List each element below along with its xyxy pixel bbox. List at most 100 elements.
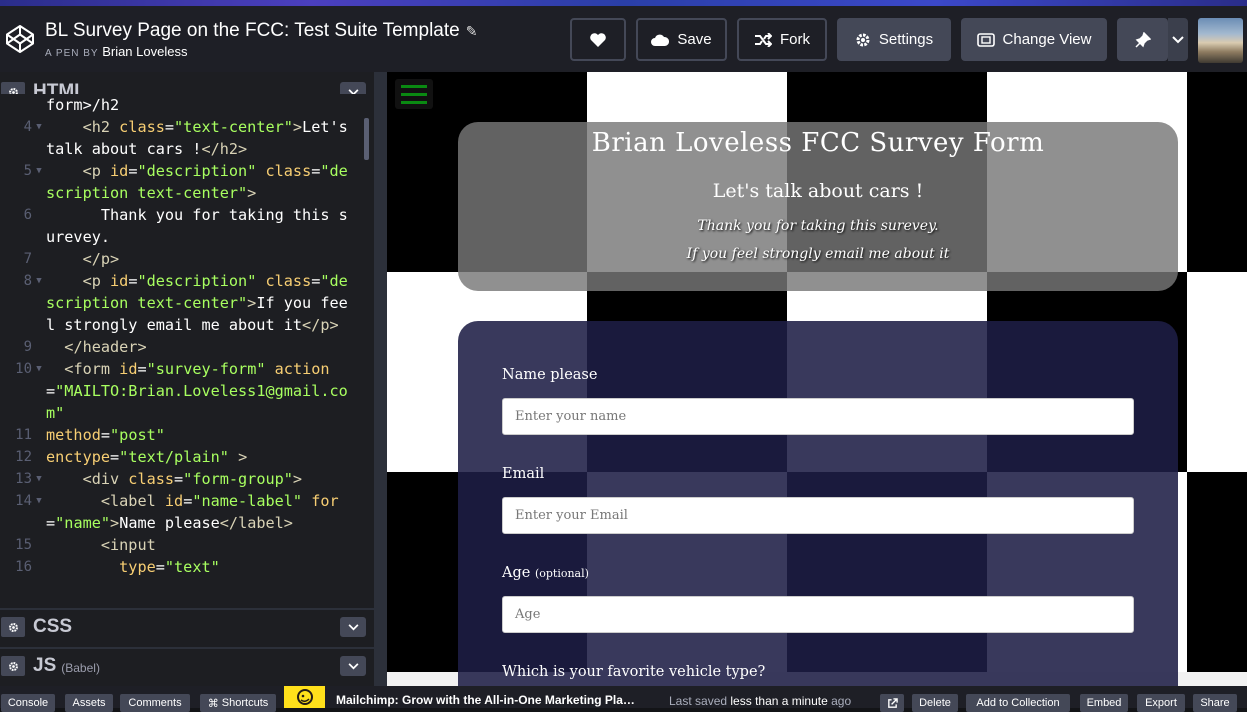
code-token: Thank you for taking this surevey. bbox=[46, 206, 348, 246]
survey-description-2: If you feel strongly email me about it bbox=[686, 246, 950, 262]
code-line[interactable]: 7 </p> bbox=[0, 248, 374, 270]
fold-arrow-icon[interactable]: ▼ bbox=[32, 358, 46, 424]
code-editor-column: HTML form>/h2 4 ▼ <h2 class="text-center">… bbox=[0, 72, 387, 686]
comments-button[interactable]: Comments bbox=[120, 694, 190, 712]
code-token: > bbox=[238, 448, 248, 466]
ad-link[interactable]: Mailchimp: Grow with the All-in-One Mark… bbox=[336, 693, 636, 707]
saved-time: less than a minute bbox=[730, 694, 828, 708]
edit-pencil-icon[interactable]: ✎ bbox=[466, 23, 478, 39]
email-label: Email bbox=[502, 466, 545, 482]
fold-arrow-icon[interactable]: ▼ bbox=[32, 490, 46, 534]
fold-arrow-icon[interactable]: ▼ bbox=[32, 116, 46, 160]
last-saved-status: Last saved less than a minute ago bbox=[669, 694, 851, 708]
export-button[interactable]: Export bbox=[1137, 694, 1185, 712]
email-input[interactable]: Enter your Email bbox=[502, 497, 1134, 534]
code-line[interactable]: 11 method="post" bbox=[0, 424, 374, 446]
code-line[interactable]: form>/h2 bbox=[0, 94, 374, 116]
code-token: id bbox=[110, 272, 129, 290]
pin-button[interactable] bbox=[1117, 18, 1168, 61]
code-text: type="text" bbox=[46, 556, 356, 578]
fold-arrow-icon[interactable]: ▼ bbox=[32, 468, 46, 490]
code-line[interactable]: 16 type="text" bbox=[0, 556, 374, 578]
age-label: Age (optional) bbox=[502, 565, 589, 581]
code-token: class bbox=[265, 272, 312, 290]
code-token: class bbox=[265, 162, 312, 180]
mailchimp-logo-icon[interactable] bbox=[284, 686, 325, 708]
code-scrollbar[interactable] bbox=[364, 118, 369, 160]
heart-button[interactable] bbox=[570, 18, 626, 61]
code-token: = bbox=[155, 558, 165, 576]
hamburger-menu-icon[interactable] bbox=[395, 79, 433, 109]
line-number: 4 bbox=[23, 119, 32, 135]
code-line[interactable]: 14 ▼ <label id="name-label" for="name">Na… bbox=[0, 490, 374, 534]
html-code-area[interactable]: form>/h2 4 ▼ <h2 class="text-center">Let's… bbox=[0, 94, 374, 588]
assets-button[interactable]: Assets bbox=[65, 694, 113, 712]
js-pane-chevron-down-icon[interactable] bbox=[340, 656, 366, 676]
fold-arrow-icon[interactable]: ▼ bbox=[32, 160, 46, 204]
code-token: > bbox=[292, 118, 303, 136]
code-line[interactable]: 5 ▼ <p id="description" class="descriptio… bbox=[0, 160, 374, 204]
change-view-button[interactable]: Change View bbox=[961, 18, 1107, 61]
code-line[interactable]: 15 <input bbox=[0, 534, 374, 556]
survey-header: Brian Loveless FCC Survey Form Let's tal… bbox=[458, 122, 1178, 291]
gear-icon bbox=[856, 33, 870, 46]
save-button[interactable]: Save bbox=[636, 18, 727, 61]
code-token: > bbox=[110, 514, 120, 532]
pen-title-text[interactable]: BL Survey Page on the FCC: Test Suite Te… bbox=[45, 20, 460, 41]
codepen-logo-icon[interactable] bbox=[5, 24, 35, 54]
code-text: <form id="survey-form" action="MAILTO:Br… bbox=[46, 358, 356, 424]
shortcuts-button[interactable]: ⌘ Shortcuts bbox=[200, 694, 276, 712]
open-external-icon[interactable] bbox=[880, 694, 904, 712]
add-to-collection-button[interactable]: Add to Collection bbox=[966, 694, 1070, 712]
age-input[interactable]: Age bbox=[502, 596, 1134, 633]
code-line[interactable]: 13 ▼ <div class="form-group"> bbox=[0, 468, 374, 490]
line-number: 8 bbox=[23, 273, 32, 289]
code-token: <p bbox=[82, 162, 111, 180]
code-token: form>/h2 bbox=[46, 96, 120, 114]
saved-prefix: Last saved bbox=[669, 694, 728, 708]
name-label: Name please bbox=[502, 367, 598, 383]
css-pane-header[interactable]: CSS bbox=[0, 608, 374, 644]
age-optional: (optional) bbox=[534, 567, 589, 580]
user-avatar[interactable] bbox=[1198, 18, 1243, 63]
pin-icon bbox=[1134, 31, 1151, 48]
author-link[interactable]: Brian Loveless bbox=[102, 44, 187, 59]
code-token: "post" bbox=[110, 426, 165, 444]
code-line[interactable]: 4 ▼ <h2 class="text-center">Let's talk ab… bbox=[0, 116, 374, 160]
code-text: <input bbox=[46, 534, 356, 556]
console-button[interactable]: Console bbox=[1, 694, 55, 712]
code-token: "form-group" bbox=[183, 470, 293, 488]
settings-button[interactable]: Settings bbox=[837, 18, 951, 61]
fork-button[interactable]: Fork bbox=[737, 18, 827, 61]
code-line[interactable]: 10 ▼ <form id="survey-form" action="MAILT… bbox=[0, 358, 374, 424]
name-input[interactable]: Enter your name bbox=[502, 398, 1134, 435]
code-text: form>/h2 bbox=[46, 94, 356, 116]
pin-dropdown-button[interactable] bbox=[1168, 18, 1188, 61]
code-token: enctype bbox=[46, 448, 111, 466]
code-line[interactable]: 9 </header> bbox=[0, 336, 374, 358]
code-line[interactable]: 12 enctype="text/plain" > bbox=[0, 446, 374, 468]
code-text: <label id="name-label" for="name">Name p… bbox=[46, 490, 356, 534]
css-pane-chevron-down-icon[interactable] bbox=[340, 617, 366, 637]
pane-resize-gutter[interactable] bbox=[374, 72, 387, 686]
fold-arrow-icon[interactable]: ▼ bbox=[32, 270, 46, 336]
share-button[interactable]: Share bbox=[1193, 694, 1237, 712]
code-line[interactable]: 8 ▼ <p id="description" class="descriptio… bbox=[0, 270, 374, 336]
css-settings-gear-icon[interactable] bbox=[1, 617, 25, 637]
delete-button[interactable]: Delete bbox=[912, 694, 958, 712]
code-line[interactable]: 6 Thank you for taking this surevey. bbox=[0, 204, 374, 248]
pen-title[interactable]: BL Survey Page on the FCC: Test Suite Te… bbox=[45, 20, 477, 42]
js-settings-gear-icon[interactable] bbox=[1, 656, 25, 676]
embed-button[interactable]: Embed bbox=[1080, 694, 1128, 712]
js-pane-header[interactable]: JS (Babel) bbox=[0, 647, 374, 683]
code-token: = bbox=[46, 382, 56, 400]
